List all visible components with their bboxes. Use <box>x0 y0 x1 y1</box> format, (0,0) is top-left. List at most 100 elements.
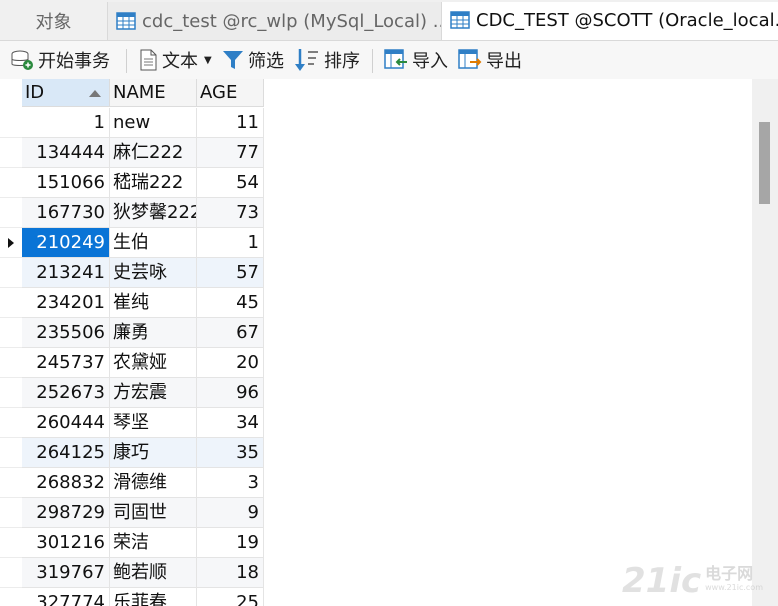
cell-age[interactable]: 73 <box>197 198 264 228</box>
cell-id[interactable]: 260444 <box>22 408 110 438</box>
table-row[interactable]: 252673 方宏震 96 <box>0 378 264 408</box>
column-header-name[interactable]: NAME <box>110 79 197 107</box>
tab-cdc-test-oracle[interactable]: CDC_TEST @SCOTT (Oracle_local... <box>442 2 778 40</box>
row-marker[interactable] <box>0 198 22 228</box>
cell-age[interactable]: 9 <box>197 498 264 528</box>
row-marker[interactable] <box>0 228 22 258</box>
table-row[interactable]: 260444 琴坚 34 <box>0 408 264 438</box>
table-row[interactable]: 298729 司固世 9 <box>0 498 264 528</box>
row-marker[interactable] <box>0 498 22 528</box>
cell-id[interactable]: 210249 <box>22 228 110 258</box>
cell-id[interactable]: 301216 <box>22 528 110 558</box>
export-button[interactable]: 导出 <box>458 47 522 73</box>
cell-name[interactable]: 琴坚 <box>110 408 197 438</box>
scrollbar-thumb[interactable] <box>759 122 770 204</box>
cell-age[interactable]: 25 <box>197 588 264 606</box>
cell-name[interactable]: 荣洁 <box>110 528 197 558</box>
table-row[interactable]: 268832 滑德维 3 <box>0 468 264 498</box>
row-marker[interactable] <box>0 318 22 348</box>
table-row[interactable]: 301216 荣洁 19 <box>0 528 264 558</box>
data-grid[interactable]: ID NAME AGE 1 new 11 134444 麻仁222 77 151066 嵇瑞2… <box>0 79 752 606</box>
row-marker[interactable] <box>0 408 22 438</box>
cell-id[interactable]: 268832 <box>22 468 110 498</box>
cell-age[interactable]: 1 <box>197 228 264 258</box>
table-row[interactable]: 213241 史芸咏 57 <box>0 258 264 288</box>
cell-name[interactable]: 嵇瑞222 <box>110 168 197 198</box>
cell-id[interactable]: 298729 <box>22 498 110 528</box>
import-button[interactable]: 导入 <box>384 47 448 73</box>
cell-age[interactable]: 18 <box>197 558 264 588</box>
row-marker[interactable] <box>0 378 22 408</box>
cell-name[interactable]: 滑德维 <box>110 468 197 498</box>
cell-name[interactable]: 生伯 <box>110 228 197 258</box>
sort-button[interactable]: 排序 <box>294 47 360 73</box>
cell-id[interactable]: 327774 <box>22 588 110 606</box>
row-marker[interactable] <box>0 108 22 138</box>
cell-name[interactable]: 廉勇 <box>110 318 197 348</box>
row-marker[interactable] <box>0 528 22 558</box>
row-marker[interactable] <box>0 468 22 498</box>
cell-name[interactable]: 崔纯 <box>110 288 197 318</box>
row-marker[interactable] <box>0 168 22 198</box>
cell-name[interactable]: 方宏震 <box>110 378 197 408</box>
table-row[interactable]: 319767 鲍若顺 18 <box>0 558 264 588</box>
table-row[interactable]: 235506 廉勇 67 <box>0 318 264 348</box>
cell-age[interactable]: 77 <box>197 138 264 168</box>
table-row[interactable]: 327774 乐菲春 25 <box>0 588 264 606</box>
cell-name[interactable]: new <box>110 108 197 138</box>
tab-objects[interactable]: 对象 <box>0 2 108 40</box>
cell-age[interactable]: 57 <box>197 258 264 288</box>
cell-age[interactable]: 45 <box>197 288 264 318</box>
cell-name[interactable]: 麻仁222 <box>110 138 197 168</box>
cell-age[interactable]: 54 <box>197 168 264 198</box>
table-row[interactable]: 167730 狄梦馨222 73 <box>0 198 264 228</box>
table-row[interactable]: 264125 康巧 35 <box>0 438 264 468</box>
cell-name[interactable]: 乐菲春 <box>110 588 197 606</box>
cell-id[interactable]: 167730 <box>22 198 110 228</box>
cell-age[interactable]: 11 <box>197 108 264 138</box>
cell-id[interactable]: 1 <box>22 108 110 138</box>
cell-id[interactable]: 252673 <box>22 378 110 408</box>
table-row[interactable]: 151066 嵇瑞222 54 <box>0 168 264 198</box>
cell-id[interactable]: 245737 <box>22 348 110 378</box>
row-marker[interactable] <box>0 138 22 168</box>
cell-age[interactable]: 19 <box>197 528 264 558</box>
cell-age[interactable]: 67 <box>197 318 264 348</box>
row-marker[interactable] <box>0 558 22 588</box>
cell-age[interactable]: 34 <box>197 408 264 438</box>
cell-name[interactable]: 狄梦馨222 <box>110 198 197 228</box>
cell-id[interactable]: 134444 <box>22 138 110 168</box>
table-row[interactable]: 134444 麻仁222 77 <box>0 138 264 168</box>
cell-id[interactable]: 213241 <box>22 258 110 288</box>
cell-age[interactable]: 3 <box>197 468 264 498</box>
cell-name[interactable]: 史芸咏 <box>110 258 197 288</box>
cell-name[interactable]: 农黛娅 <box>110 348 197 378</box>
row-marker[interactable] <box>0 588 22 606</box>
cell-id[interactable]: 264125 <box>22 438 110 468</box>
column-header-age[interactable]: AGE <box>197 79 264 107</box>
table-row[interactable]: 210249 生伯 1 <box>0 228 264 258</box>
table-row[interactable]: 234201 崔纯 45 <box>0 288 264 318</box>
text-button[interactable]: 文本 ▼ <box>138 47 212 73</box>
table-row[interactable]: 1 new 11 <box>0 108 264 138</box>
vertical-scrollbar[interactable] <box>752 79 778 606</box>
cell-name[interactable]: 康巧 <box>110 438 197 468</box>
table-row[interactable]: 245737 农黛娅 20 <box>0 348 264 378</box>
filter-button[interactable]: 筛选 <box>222 47 284 73</box>
cell-id[interactable]: 151066 <box>22 168 110 198</box>
row-marker[interactable] <box>0 288 22 318</box>
cell-name[interactable]: 鲍若顺 <box>110 558 197 588</box>
cell-name[interactable]: 司固世 <box>110 498 197 528</box>
row-marker[interactable] <box>0 348 22 378</box>
cell-age[interactable]: 20 <box>197 348 264 378</box>
cell-id[interactable]: 235506 <box>22 318 110 348</box>
cell-age[interactable]: 96 <box>197 378 264 408</box>
tab-cdc-test-mysql[interactable]: cdc_test @rc_wlp (MySql_Local) ... <box>108 2 442 40</box>
cell-age[interactable]: 35 <box>197 438 264 468</box>
cell-id[interactable]: 319767 <box>22 558 110 588</box>
cell-id[interactable]: 234201 <box>22 288 110 318</box>
row-marker[interactable] <box>0 258 22 288</box>
row-marker[interactable] <box>0 438 22 468</box>
column-header-id[interactable]: ID <box>22 79 110 107</box>
begin-transaction-button[interactable]: 开始事务 <box>10 47 110 73</box>
